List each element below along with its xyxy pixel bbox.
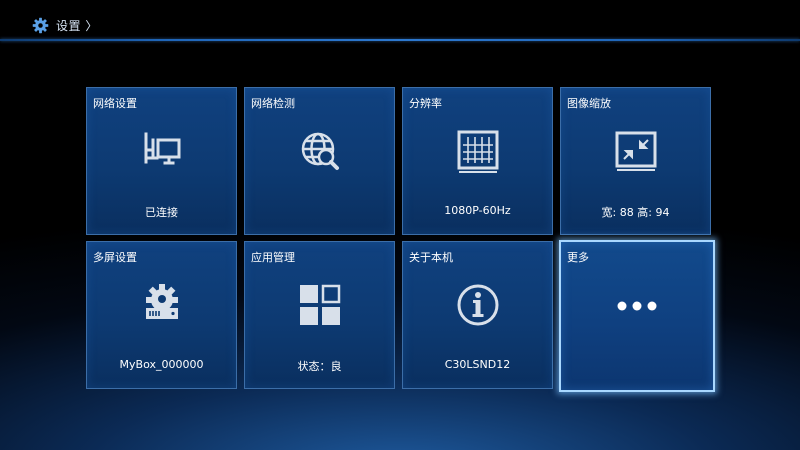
tile-network-check[interactable]: 网络检测	[244, 87, 395, 235]
tile-title: 网络检测	[251, 97, 295, 110]
info-icon	[455, 282, 501, 328]
tile-status: 状态：良	[297, 360, 342, 373]
more-dots-icon	[614, 292, 660, 338]
tile-title: 网络设置	[93, 97, 137, 110]
tile-network-settings[interactable]: 网络设置 已连接	[86, 87, 237, 235]
tile-about-device[interactable]: 关于本机 C30LSND12	[402, 241, 553, 389]
tile-image-scaling[interactable]: 图像缩放 宽: 88 高: 94	[560, 87, 711, 235]
ethernet-network-icon	[139, 128, 185, 174]
tile-title: 更多	[567, 251, 589, 264]
globe-search-icon	[297, 128, 343, 174]
tile-more[interactable]: 更多	[559, 240, 715, 392]
tile-status: 宽: 88 高: 94	[601, 206, 670, 219]
tile-title: 应用管理	[251, 251, 295, 264]
header-divider	[0, 39, 800, 41]
tile-status: MyBox_000000	[119, 358, 204, 371]
tile-status: 1080P-60Hz	[444, 204, 511, 217]
gear-device-icon	[139, 282, 185, 328]
resolution-grid-icon	[455, 128, 501, 174]
tile-title: 多屏设置	[93, 251, 137, 264]
tile-multi-screen[interactable]: 多屏设置 MyBox_000000	[86, 241, 237, 389]
top-bar: 设置 〉	[0, 0, 800, 41]
tile-title: 分辨率	[409, 97, 442, 110]
tile-resolution[interactable]: 分辨率 1080P-60Hz	[402, 87, 553, 235]
page-title: 设置 〉	[56, 18, 98, 33]
tile-app-management[interactable]: 应用管理 状态：良	[244, 241, 395, 389]
tile-status: C30LSND12	[444, 358, 511, 371]
breadcrumb[interactable]: 设置 〉	[32, 15, 98, 35]
tile-title: 关于本机	[409, 251, 453, 264]
shrink-arrows-icon	[613, 128, 659, 174]
tile-title: 图像缩放	[567, 97, 611, 110]
app-grid-icon	[297, 282, 343, 328]
tile-status: 已连接	[145, 206, 178, 219]
gear-icon	[32, 17, 49, 33]
